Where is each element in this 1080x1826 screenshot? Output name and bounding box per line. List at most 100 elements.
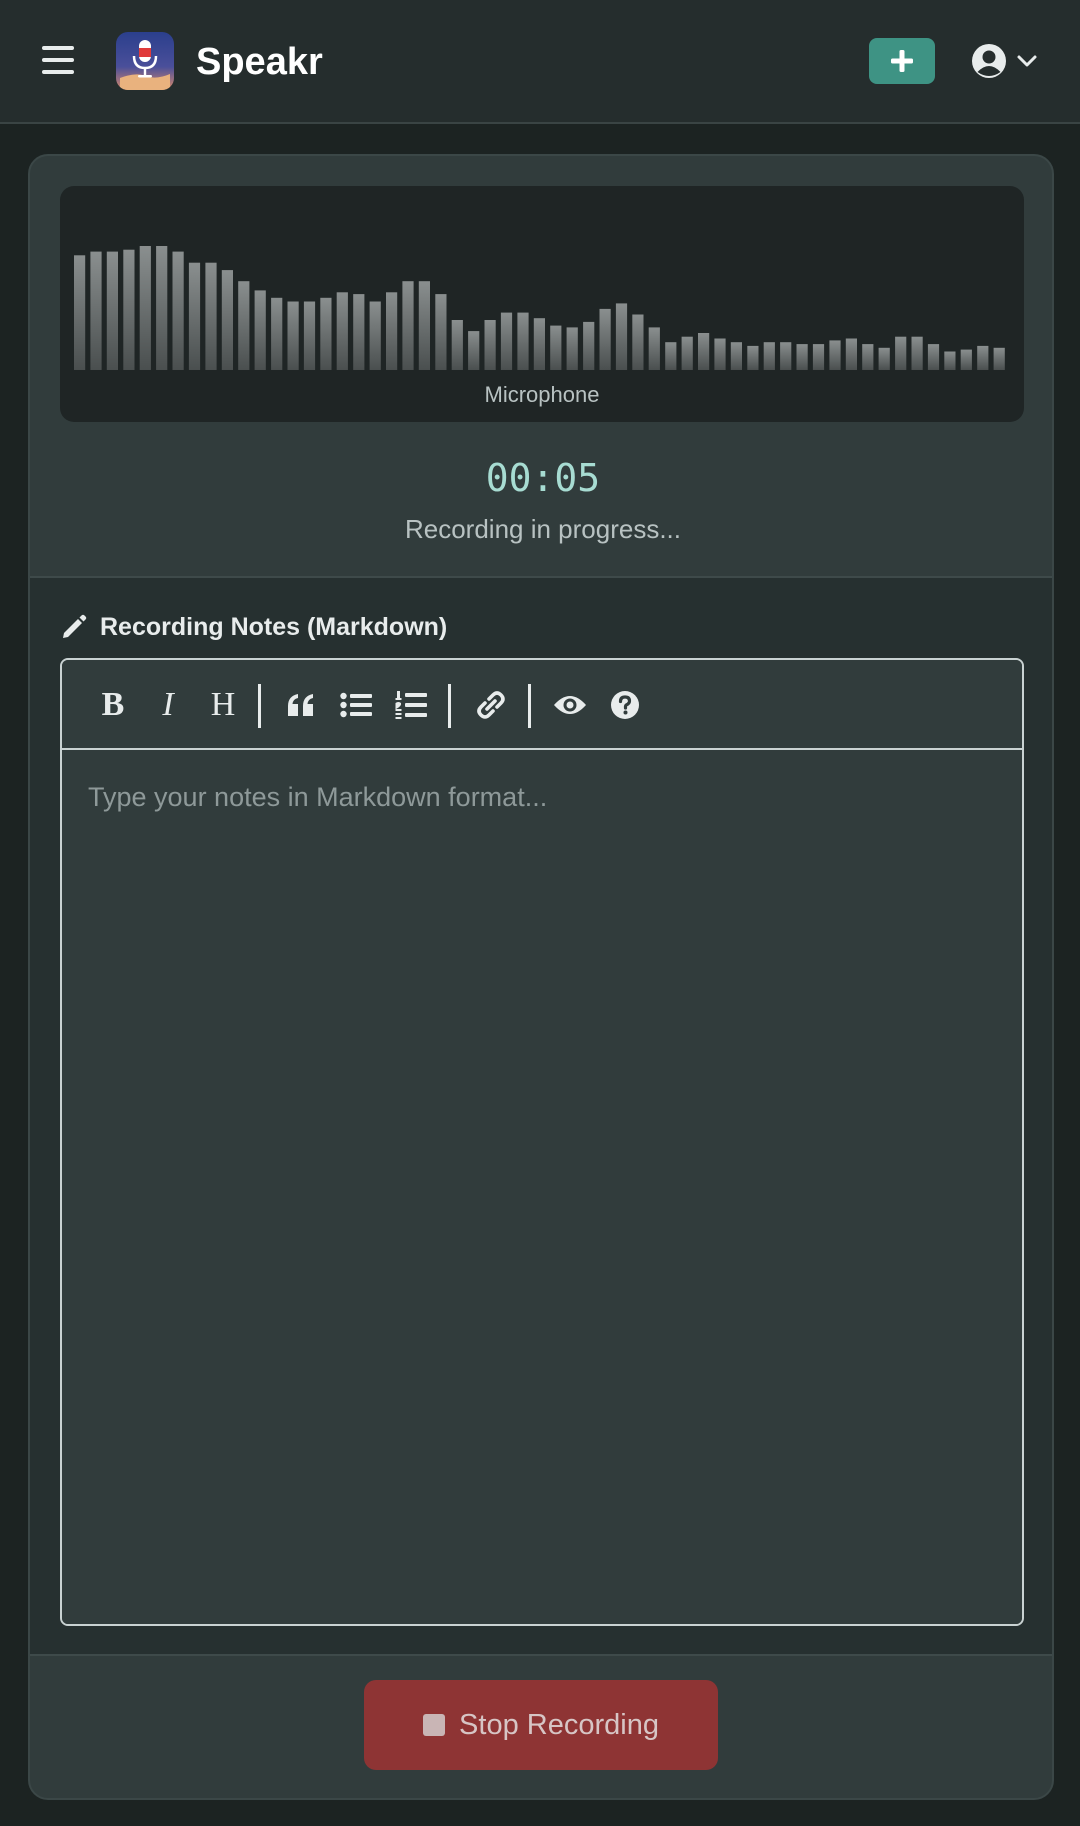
waveform-bar (303, 301, 316, 370)
eye-icon (554, 696, 586, 714)
waveform-bar (730, 342, 742, 370)
stop-icon (423, 1714, 446, 1736)
waveform-bar (862, 344, 874, 370)
waveform-bar (221, 270, 233, 370)
waveform-bar (665, 342, 677, 370)
waveform-bar (714, 338, 726, 370)
preview-button[interactable] (549, 684, 591, 726)
waveform-bar (944, 351, 956, 370)
waveform-bar (927, 344, 940, 370)
waveform-bar (533, 318, 545, 370)
waveform-bar (238, 281, 250, 370)
hamburger-icon[interactable] (42, 46, 74, 74)
link-icon (477, 691, 505, 719)
stop-recording-label: Stop Recording (459, 1708, 659, 1741)
waveform-bar (123, 249, 135, 370)
waveform-bar (681, 336, 693, 370)
quote-icon (288, 694, 313, 716)
new-recording-button[interactable] (869, 38, 935, 84)
waveform-bar (188, 262, 201, 370)
notes-label: Recording Notes (Markdown) (60, 610, 447, 644)
app-title: Speakr (196, 41, 323, 83)
user-circle-icon (972, 44, 1006, 78)
notes-label-text: Recording Notes (Markdown) (100, 612, 448, 641)
waveform-bar (418, 281, 430, 370)
waveform-bar (172, 251, 184, 370)
waveform-bar (550, 325, 562, 370)
waveform-bar (254, 290, 266, 370)
waveform-bar (139, 246, 151, 370)
editor-toolbar: B I H (62, 660, 1022, 750)
waveform-bar (583, 321, 595, 370)
toolbar-separator (258, 684, 261, 728)
app-header: Speakr (0, 0, 1080, 124)
waveform-bar (106, 251, 118, 370)
waveform-bar (796, 344, 808, 370)
toolbar-separator (448, 684, 451, 728)
waveform-bar (500, 312, 513, 370)
waveform-bar (845, 338, 857, 370)
waveform-bar (517, 312, 529, 370)
waveform-bar (763, 342, 775, 370)
heading-button[interactable]: H (202, 684, 244, 726)
waveform-bar (812, 344, 825, 370)
italic-button[interactable]: I (147, 684, 189, 726)
waveform-bar (320, 297, 332, 370)
waveform-bar (271, 297, 283, 370)
recording-status: Recording in progress... (404, 514, 682, 544)
chevron-down-icon (1017, 55, 1037, 67)
user-menu[interactable] (970, 40, 1042, 82)
waveform-bar (451, 320, 463, 370)
waveform-bar (336, 292, 348, 370)
pencil-icon (63, 614, 87, 638)
question-circle-icon (611, 691, 639, 719)
notes-textarea[interactable] (62, 752, 1022, 1624)
waveform-bar (615, 303, 628, 370)
numbered-list-icon (395, 691, 427, 719)
waveform-bar (648, 327, 660, 370)
notes-section: Recording Notes (Markdown) B I H (30, 578, 1052, 1654)
waveform-bar (205, 262, 217, 370)
waveform-bar (484, 320, 496, 370)
waveform-bar (353, 294, 365, 370)
waveform-bar (632, 314, 644, 370)
plus-icon (891, 50, 913, 72)
bold-button[interactable]: B (92, 684, 134, 726)
waveform-bar (402, 281, 414, 370)
markdown-editor: B I H (60, 658, 1024, 1626)
microphone-logo (116, 32, 174, 90)
waveform-bar (911, 336, 923, 370)
toolbar-separator (528, 684, 531, 728)
bullet-list-button[interactable] (335, 684, 377, 726)
waveform-bar (156, 246, 168, 370)
waveform-bar (977, 345, 989, 370)
waveform-bar (960, 349, 972, 370)
audio-visualizer: Microphone (60, 186, 1024, 422)
help-button[interactable] (604, 684, 646, 726)
waveform-bar (566, 327, 578, 370)
waveform-bar (369, 301, 381, 370)
waveform-bar (90, 251, 102, 370)
stop-recording-button[interactable]: Stop Recording (364, 1680, 718, 1770)
waveform-bar (829, 340, 841, 370)
waveform-bar (287, 301, 299, 370)
waveform-bar (468, 331, 480, 370)
waveform-bar (698, 333, 710, 370)
waveform-bar (878, 347, 890, 370)
section-divider (30, 1654, 1052, 1656)
waveform-bar (993, 347, 1005, 370)
audio-source-label: Microphone (484, 382, 600, 407)
waveform-bar (599, 308, 611, 370)
recording-timer: 00:05 (485, 456, 601, 500)
quote-button[interactable] (280, 684, 322, 726)
waveform-bar (895, 336, 907, 370)
link-button[interactable] (470, 684, 512, 726)
waveform-bar (780, 342, 792, 370)
numbered-list-button[interactable] (390, 684, 432, 726)
waveform-bar (74, 255, 86, 370)
waveform-bar (747, 345, 759, 370)
waveform-bar (386, 292, 398, 370)
recording-card: Microphone 00:05 Recording in progress..… (28, 154, 1054, 1800)
bullet-list-icon (340, 692, 372, 718)
waveform-bar (435, 294, 447, 370)
